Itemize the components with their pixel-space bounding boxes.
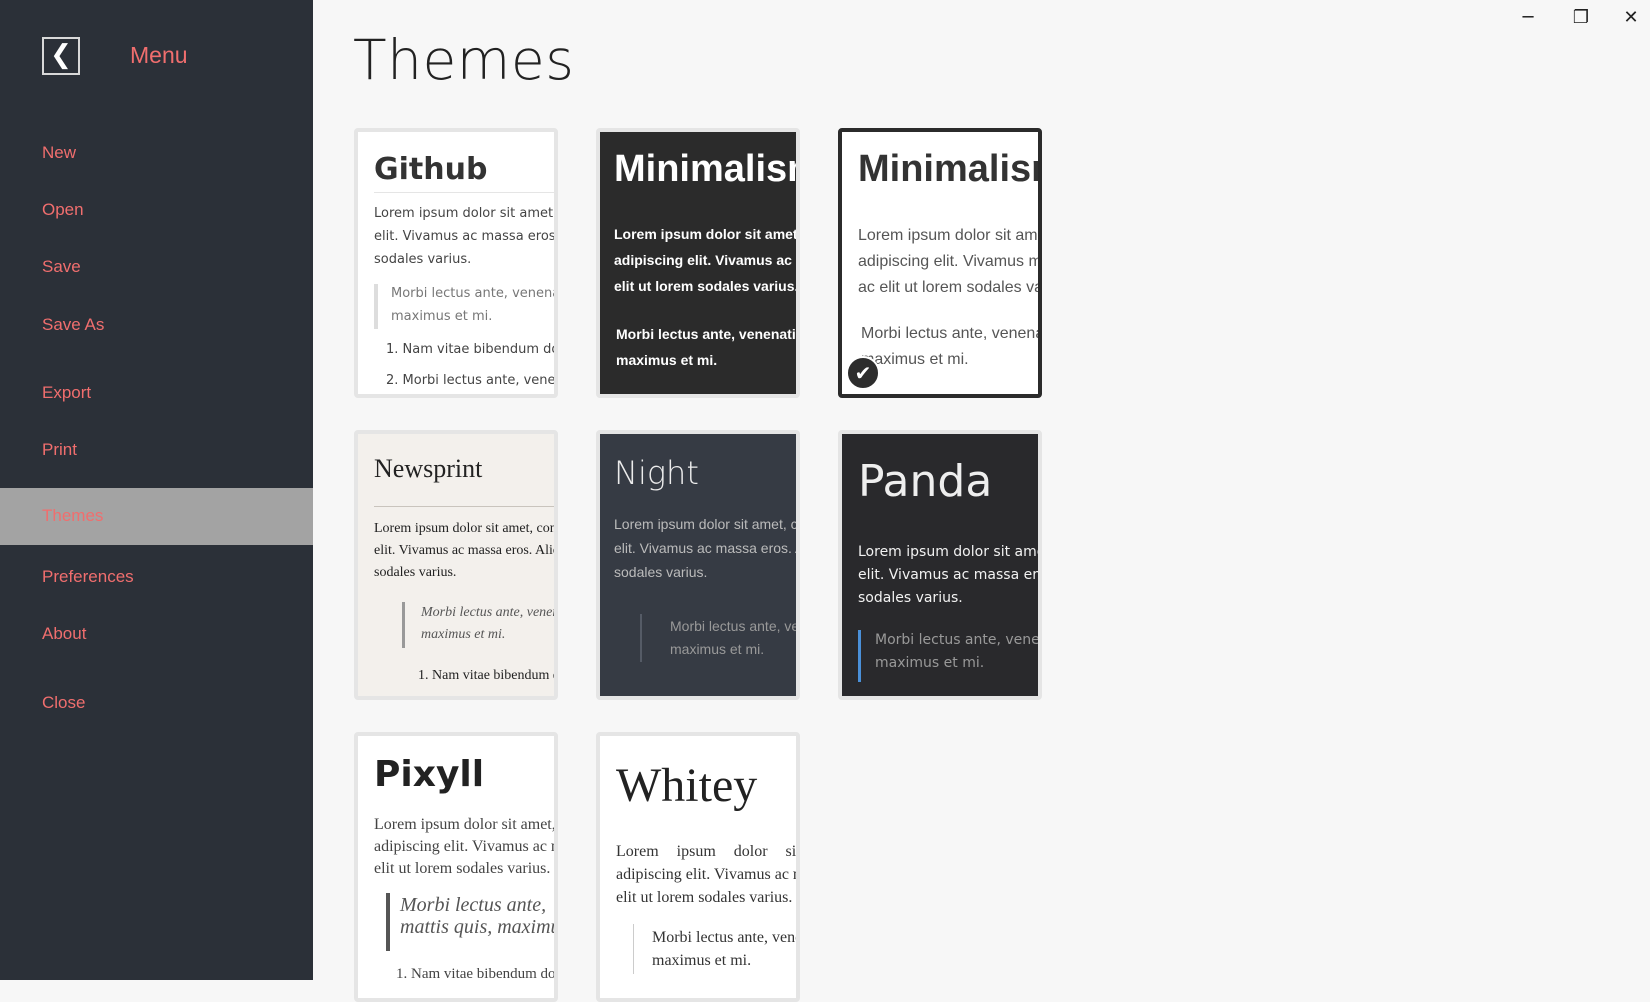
preview-text: Lorem ipsum dolor sit amet, consectetur	[858, 227, 1038, 244]
preview-quote: Morbi lectus ante, venenatis	[652, 929, 796, 946]
preview-text: elit ut lorem sodales varius.	[614, 278, 796, 294]
theme-card-whitey[interactable]: Whitey Lorem ipsum dolor sit amet, adipi…	[596, 732, 800, 1002]
quote-bar	[402, 602, 405, 648]
preview-quote: maximus et mi.	[391, 309, 493, 324]
restore-icon: ❐	[1572, 7, 1590, 28]
preview-text: sodales varius.	[374, 252, 472, 267]
preview-text: Lorem ipsum dolor sit amet, consectetur	[374, 521, 554, 536]
close-window-button[interactable]: ✕	[1613, 4, 1649, 32]
preview-text: ac elit ut lorem sodales varius.	[858, 279, 1038, 296]
theme-card-pixyll[interactable]: Pixyll Lorem ipsum dolor sit amet, conse…	[354, 732, 558, 1002]
preview-text: elit. Vivamus ac massa eros. Aliquam	[614, 540, 796, 556]
preview-quote: maximus et mi.	[616, 352, 718, 368]
menu-item-about[interactable]: About	[0, 606, 313, 662]
theme-name: Minimalism	[614, 148, 796, 190]
theme-name: Minimalism	[858, 148, 1038, 190]
theme-card-panda[interactable]: Panda Lorem ipsum dolor sit amet, consec…	[838, 430, 1042, 700]
preview-quote: maximus et mi.	[670, 641, 765, 657]
menu-item-themes[interactable]: Themes	[0, 488, 313, 545]
main-content: Themes ─ ❐ ✕ Github Lorem ipsum dolor si…	[313, 0, 1650, 1002]
quote-bar	[858, 630, 861, 682]
checkmark-icon: ✔	[846, 356, 880, 390]
preview-text: adipiscing elit. Vivamus ac massa	[374, 838, 554, 855]
minimize-button[interactable]: ─	[1510, 4, 1546, 32]
quote-bar	[374, 284, 378, 329]
quote-bar	[640, 614, 642, 662]
preview-text: adipiscing elit. Vivamus massa eros	[858, 253, 1038, 270]
theme-name: Panda	[858, 456, 993, 507]
theme-card-night[interactable]: Night Lorem ipsum dolor sit amet, consec…	[596, 430, 800, 700]
quote-bar	[633, 924, 634, 974]
sidebar: ❮ Menu New Open Save Save As Export Prin…	[0, 0, 313, 980]
preview-text: sodales varius.	[374, 565, 457, 580]
theme-name: Pixyll	[374, 754, 485, 795]
preview-quote: maximus et mi.	[875, 655, 985, 671]
preview-quote: Morbi lectus ante, venenatis nec	[391, 286, 554, 301]
theme-name: Whitey	[616, 759, 758, 812]
divider	[374, 192, 554, 193]
preview-text: elit. Vivamus ac massa eros. Aliquam	[374, 543, 554, 558]
preview-text: adipiscing elit. Vivamus ac massa	[616, 866, 796, 883]
preview-text: Lorem ipsum dolor sit amet, consectetur	[614, 226, 796, 242]
chevron-left-icon: ❮	[50, 40, 72, 70]
preview-list-item: 1. Nam vitae bibendum dolor	[386, 342, 554, 357]
preview-quote: Morbi lectus ante, venenatis	[421, 605, 554, 620]
preview-quote: Morbi lectus ante, venenatis	[875, 632, 1038, 648]
theme-name: Night	[614, 454, 699, 492]
theme-card-minimalism-light[interactable]: Minimalism Lorem ipsum dolor sit amet, c…	[838, 128, 1042, 398]
menu-item-save-as[interactable]: Save As	[0, 297, 313, 353]
preview-quote: Morbi lectus ante,	[400, 894, 547, 916]
minimize-icon: ─	[1522, 7, 1534, 28]
menu-item-print[interactable]: Print	[0, 422, 313, 478]
preview-list-item: 1. Nam vitae bibendum dolor	[418, 668, 554, 683]
quote-bar	[386, 893, 390, 951]
preview-text: Lorem ipsum dolor sit amet, consectetur …	[374, 206, 554, 221]
menu-item-close[interactable]: Close	[0, 675, 313, 731]
preview-text: elit ut lorem sodales varius.	[616, 889, 793, 906]
preview-text: elit ut lorem sodales varius.	[374, 860, 551, 877]
page-title: Themes	[353, 28, 575, 92]
maximize-button[interactable]: ❐	[1563, 4, 1599, 32]
preview-text: sodales varius.	[614, 564, 708, 580]
preview-quote: Morbi lectus ante, venenatis	[616, 326, 796, 342]
theme-card-github[interactable]: Github Lorem ipsum dolor sit amet, conse…	[354, 128, 558, 398]
preview-quote: Morbi lectus ante, venenatis	[670, 618, 796, 634]
preview-quote: mattis quis, maximus	[400, 916, 554, 938]
preview-quote: maximus et mi.	[652, 952, 752, 969]
theme-name: Github	[374, 152, 488, 187]
preview-text: Lorem ipsum dolor sit amet,	[616, 843, 796, 860]
divider	[374, 506, 554, 507]
theme-card-minimalism-dark[interactable]: Minimalism Lorem ipsum dolor sit amet, c…	[596, 128, 800, 398]
preview-list-item: 1. Nam vitae bibendum dolor	[396, 966, 554, 982]
back-button[interactable]: ❮	[42, 37, 80, 75]
menu-item-export[interactable]: Export	[0, 365, 313, 421]
preview-text: sodales varius.	[858, 590, 963, 606]
menu-item-new[interactable]: New	[0, 125, 313, 181]
menu-title: Menu	[130, 42, 188, 68]
preview-quote: Morbi lectus ante, venenatis	[861, 325, 1038, 342]
preview-text: adipiscing elit. Vivamus ac massa eros	[614, 252, 796, 268]
theme-name: Newsprint	[374, 454, 483, 483]
preview-text: Lorem ipsum dolor sit amet, consectetur	[614, 516, 796, 532]
theme-card-newsprint[interactable]: Newsprint Lorem ipsum dolor sit amet, co…	[354, 430, 558, 700]
preview-text: elit. Vivamus ac massa eros. Aliquam in	[374, 229, 554, 244]
preview-text: Lorem ipsum dolor sit amet, consectetur	[374, 816, 554, 833]
preview-quote: maximus et mi.	[421, 627, 506, 642]
menu-item-open[interactable]: Open	[0, 182, 313, 238]
menu-item-preferences[interactable]: Preferences	[0, 549, 313, 605]
preview-text: elit. Vivamus ac massa eros. Aliquam	[858, 567, 1038, 583]
menu-item-save[interactable]: Save	[0, 239, 313, 295]
preview-text: Lorem ipsum dolor sit amet, consectetur	[858, 544, 1038, 560]
preview-list-item: 2. Morbi lectus ante, venenatis	[386, 373, 554, 388]
close-icon: ✕	[1623, 7, 1639, 28]
